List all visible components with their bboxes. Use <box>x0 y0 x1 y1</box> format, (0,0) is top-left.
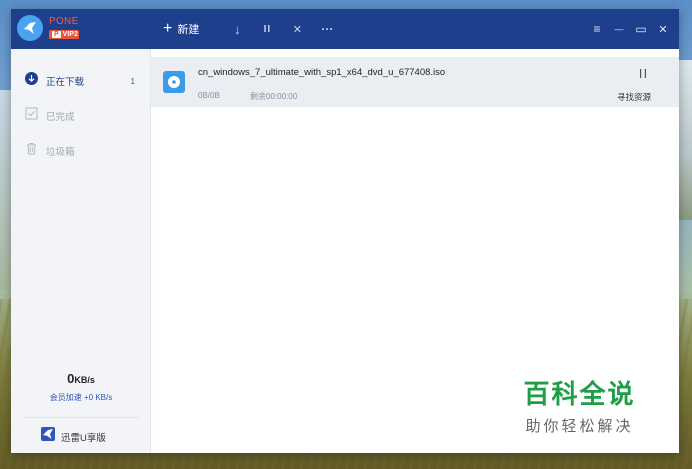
user-name: PONE <box>49 16 79 27</box>
toolbar: + 新建 ↓ II ✕ ··· <box>163 9 337 49</box>
sidebar-item-downloading[interactable]: 正在下载 1 <box>11 67 151 95</box>
delete-icon[interactable]: ✕ <box>287 19 307 39</box>
watermark-title: 百科全说 <box>523 378 636 409</box>
download-progress: 0B/0B <box>198 91 220 100</box>
file-name: cn_windows_7_ultimate_with_sp1_x64_dvd_u… <box>198 67 446 78</box>
time-remaining: 剩余00:00:00 <box>250 92 298 101</box>
sidebar-divider <box>23 417 139 418</box>
sidebar-item-label: 已完成 <box>46 112 75 123</box>
more-icon[interactable]: ··· <box>317 19 337 39</box>
title-bar: PONE P VIP2 + 新建 ↓ II ✕ ··· ≡ — ▭ ✕ <box>11 9 679 49</box>
sidebar-item-trash[interactable]: 垃圾箱 <box>11 137 151 165</box>
new-task-label: 新建 <box>177 24 200 36</box>
brand: PONE P VIP2 <box>17 15 79 41</box>
vip-prefix: P <box>52 31 61 38</box>
speed-panel: 0KB/s 会员加速 +0 KB/s <box>11 371 151 403</box>
close-icon[interactable]: ✕ <box>655 21 671 37</box>
check-box-icon <box>25 107 38 125</box>
vip-level: VIP2 <box>62 31 78 38</box>
row-pause-icon[interactable] <box>635 66 651 80</box>
thunder-bird-icon <box>41 427 55 446</box>
sidebar-item-label: 正在下载 <box>46 77 85 88</box>
download-speed: 0KB/s <box>11 371 151 386</box>
udisk-edition-button[interactable]: 迅雷U享版 <box>41 427 106 446</box>
minimize-icon[interactable]: — <box>611 21 627 37</box>
pause-icon[interactable]: II <box>257 19 277 39</box>
sidebar-item-completed[interactable]: 已完成 <box>11 102 151 130</box>
speed-unit: KB/s <box>74 375 95 385</box>
sidebar-item-label: 垃圾箱 <box>46 147 75 158</box>
menu-icon[interactable]: ≡ <box>589 21 605 37</box>
find-resource-button[interactable]: 寻找资源 <box>617 91 651 103</box>
sidebar: 正在下载 1 已完成 垃圾箱 0KB/s 会员加速 +0 KB/s 迅雷U享版 <box>11 49 151 453</box>
download-circle-icon <box>25 72 38 90</box>
vip-acceleration-link[interactable]: 会员加速 +0 KB/s <box>11 392 151 403</box>
watermark-subtitle: 助你轻松解决 <box>525 417 634 435</box>
download-row[interactable]: cn_windows_7_ultimate_with_sp1_x64_dvd_u… <box>151 57 679 107</box>
udisk-edition-label: 迅雷U享版 <box>61 432 106 444</box>
download-count-badge: 1 <box>130 76 135 86</box>
start-download-icon[interactable]: ↓ <box>227 19 247 39</box>
thunder-bird-logo-icon[interactable] <box>17 15 43 41</box>
trash-icon <box>25 142 38 160</box>
new-task-button[interactable]: + 新建 <box>163 21 199 37</box>
plus-icon: + <box>163 20 173 37</box>
watermark: 百科全说 助你轻松解决 <box>491 365 668 444</box>
vip-badge: P VIP2 <box>49 30 79 39</box>
window-controls: ≡ — ▭ ✕ <box>589 9 671 49</box>
disc-image-icon <box>163 71 185 93</box>
account-info[interactable]: PONE P VIP2 <box>49 17 79 39</box>
maximize-icon[interactable]: ▭ <box>633 21 649 37</box>
